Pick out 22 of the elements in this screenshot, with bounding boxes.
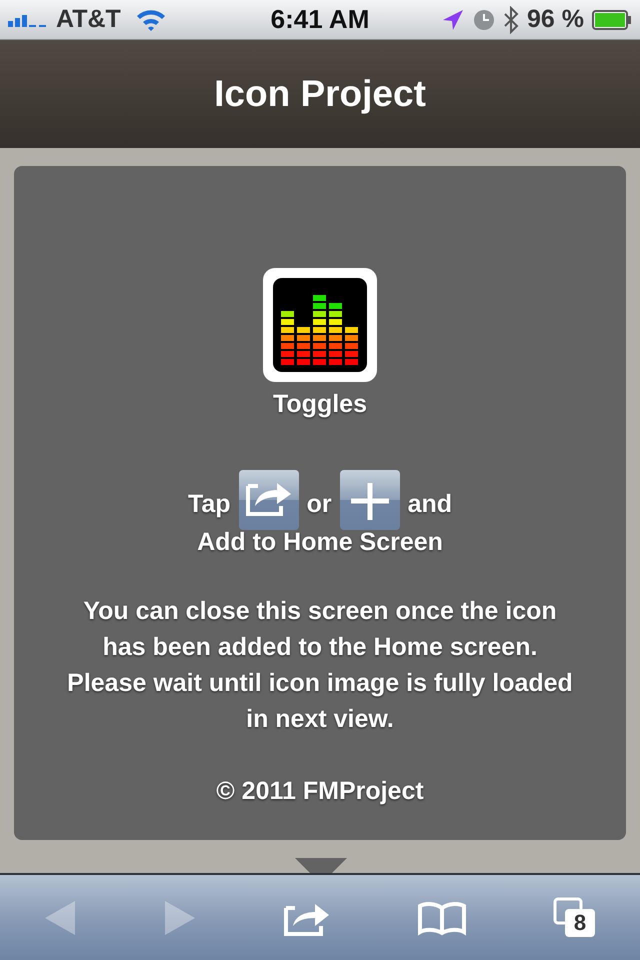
carrier-name: AT&T — [56, 4, 121, 35]
battery-icon — [592, 10, 632, 30]
signal-icon — [8, 12, 48, 26]
instruction-text: or — [306, 489, 332, 520]
location-arrow-icon — [441, 8, 466, 32]
page-title: Icon Project — [214, 72, 426, 116]
bluetooth-icon — [503, 6, 520, 34]
bookmarks-button[interactable] — [417, 900, 467, 936]
instruction-text: and — [408, 489, 452, 520]
plus-icon — [340, 470, 400, 530]
clock-icon — [473, 8, 496, 30]
copyright-text: © 2011 FMProject — [216, 776, 424, 807]
tabs-button[interactable]: 8 — [553, 896, 597, 938]
instruction-text: Tap — [188, 489, 231, 520]
share-icon — [238, 470, 299, 530]
battery-percent: 96 % — [527, 4, 584, 35]
app-name: Toggles — [273, 389, 367, 420]
note-text: You can close this screen once the icon has been added to the Home screen. Please wait until icon image is fully loaded in next view. — [66, 596, 574, 735]
wifi-icon — [134, 8, 167, 32]
app-icon — [263, 268, 377, 382]
status-time: 6:41 AM — [270, 4, 370, 34]
instruction-text: Add to Home Screen — [197, 526, 443, 558]
